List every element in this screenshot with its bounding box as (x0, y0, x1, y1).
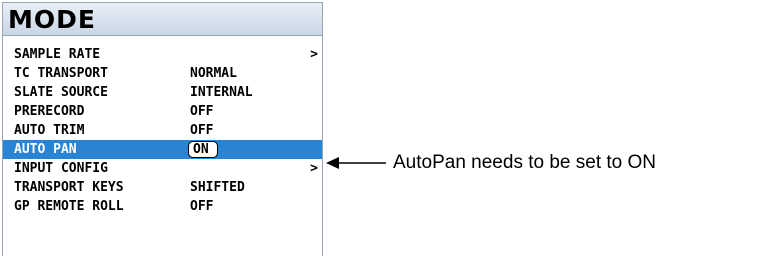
menu-item-value: OFF (190, 104, 214, 119)
menu-item-gp-remote-roll[interactable]: GP REMOTE ROLL OFF (3, 197, 322, 216)
menu-item-auto-pan[interactable]: AUTO PAN ON (3, 140, 322, 159)
menu-item-value: OFF (190, 199, 214, 214)
auto-pan-value-box[interactable]: ON (188, 141, 218, 158)
menu-item-value: NORMAL (190, 66, 237, 81)
menu-title-bar: MODE (3, 3, 322, 36)
annotation-callout: AutoPan needs to be set to ON (326, 151, 656, 175)
menu-item-label: GP REMOTE ROLL (14, 199, 124, 214)
menu-item-transport-keys[interactable]: TRANSPORT KEYS SHIFTED (3, 178, 322, 197)
menu-list: SAMPLE RATE > TC TRANSPORT NORMAL SLATE … (3, 45, 322, 216)
menu-item-label: PRERECORD (14, 104, 85, 119)
menu-item-value: OFF (190, 123, 214, 138)
menu-item-label: TC TRANSPORT (14, 66, 108, 81)
menu-item-input-config[interactable]: INPUT CONFIG > (3, 159, 322, 178)
submenu-arrow-icon: > (310, 161, 318, 176)
menu-item-tc-transport[interactable]: TC TRANSPORT NORMAL (3, 64, 322, 83)
menu-item-label: INPUT CONFIG (14, 161, 108, 176)
menu-item-value: SHIFTED (190, 180, 245, 195)
submenu-arrow-icon: > (310, 47, 318, 62)
menu-title: MODE (8, 4, 96, 34)
menu-item-auto-trim[interactable]: AUTO TRIM OFF (3, 121, 322, 140)
menu-item-prerecord[interactable]: PRERECORD OFF (3, 102, 322, 121)
menu-item-value: INTERNAL (190, 85, 253, 100)
menu-item-label: AUTO PAN (14, 142, 77, 157)
menu-item-label: AUTO TRIM (14, 123, 85, 138)
annotation-text: AutoPan needs to be set to ON (393, 152, 657, 173)
mode-menu-panel: MODE SAMPLE RATE > TC TRANSPORT NORMAL S… (2, 2, 323, 256)
left-arrow-icon (326, 157, 386, 169)
menu-item-label: SLATE SOURCE (14, 85, 108, 100)
menu-item-sample-rate[interactable]: SAMPLE RATE > (3, 45, 322, 64)
menu-item-label: SAMPLE RATE (14, 47, 101, 62)
menu-item-slate-source[interactable]: SLATE SOURCE INTERNAL (3, 83, 322, 102)
menu-item-label: TRANSPORT KEYS (14, 180, 124, 195)
